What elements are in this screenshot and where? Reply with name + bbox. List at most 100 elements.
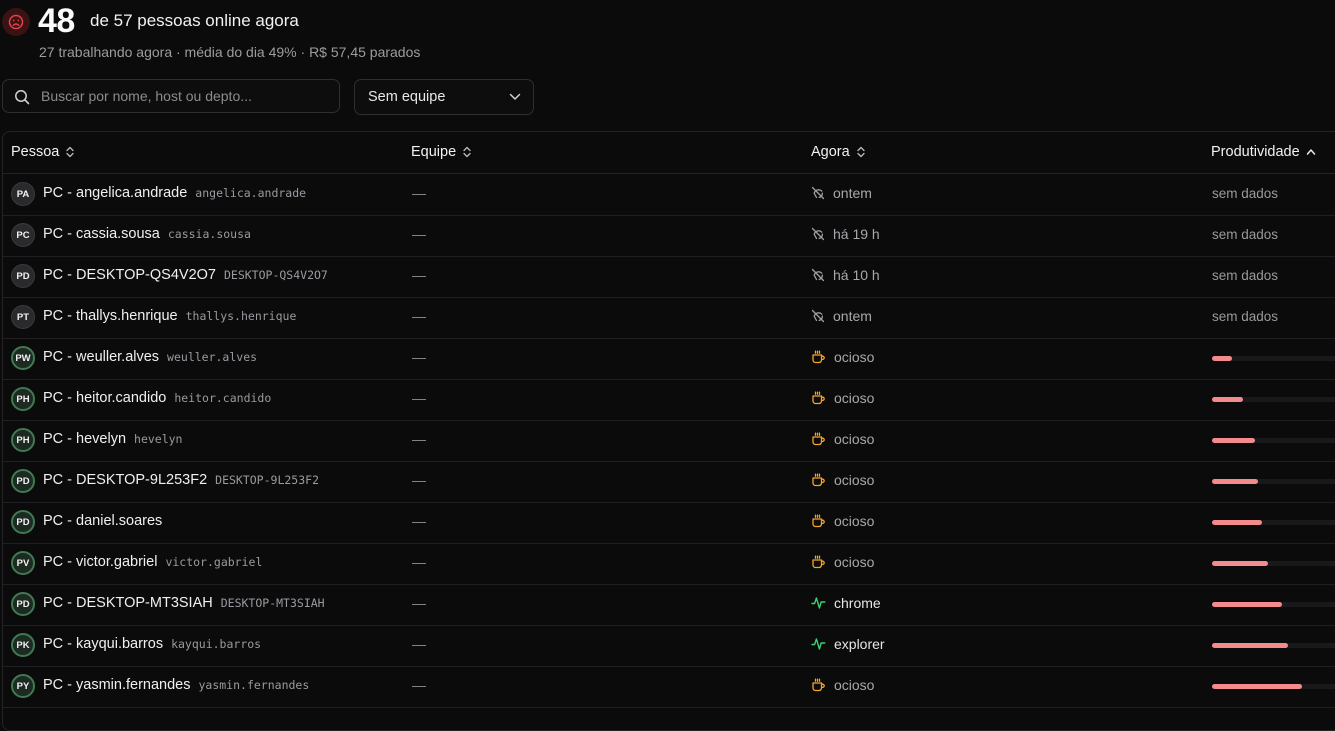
person-name[interactable]: PC - kayqui.barros kayqui.barros bbox=[43, 636, 261, 652]
productivity-bar bbox=[1212, 643, 1335, 648]
productivity-bar bbox=[1212, 438, 1335, 443]
person-name[interactable]: PC - weuller.alves weuller.alves bbox=[43, 349, 257, 365]
table-row[interactable]: PY PC - yasmin.fernandes yasmin.fernandes —… bbox=[3, 666, 1335, 708]
table-row[interactable]: PH PC - hevelyn hevelyn — ocioso bbox=[3, 420, 1335, 462]
offline-icon bbox=[811, 186, 825, 200]
avatar: PY bbox=[11, 674, 35, 698]
person-name-label: PC - DESKTOP-QS4V2O7 bbox=[43, 267, 216, 283]
team-value: — bbox=[412, 431, 426, 447]
sort-ascending-icon bbox=[1306, 149, 1315, 155]
team-filter-value: Sem equipe bbox=[368, 89, 446, 105]
hostname: hevelyn bbox=[134, 432, 183, 446]
column-header-now-label: Agora bbox=[811, 144, 850, 160]
team-value: — bbox=[412, 595, 426, 611]
table-row[interactable]: PW PC - weuller.alves weuller.alves — ocioso bbox=[3, 338, 1335, 380]
current-activity: ocioso bbox=[811, 677, 874, 693]
hostname: DESKTOP-MT3SIAH bbox=[220, 596, 325, 610]
page-header: 48 de 57 pessoas online agora 27 trabalh… bbox=[0, 0, 1335, 70]
productivity-bar bbox=[1212, 397, 1335, 402]
coffee-icon bbox=[811, 555, 826, 569]
current-activity: explorer bbox=[811, 636, 885, 652]
coffee-icon bbox=[811, 473, 826, 487]
column-header-person-label: Pessoa bbox=[11, 144, 60, 160]
person-name[interactable]: PC - DESKTOP-QS4V2O7 DESKTOP-QS4V2O7 bbox=[43, 267, 328, 283]
hostname: cassia.sousa bbox=[167, 227, 251, 241]
person-name[interactable]: PC - DESKTOP-9L253F2 DESKTOP-9L253F2 bbox=[43, 472, 319, 488]
productivity-bar bbox=[1212, 684, 1335, 689]
coffee-icon bbox=[811, 432, 826, 446]
productivity-bar bbox=[1212, 602, 1335, 607]
sad-face-icon bbox=[2, 8, 30, 36]
table-row[interactable]: PC PC - cassia.sousa cassia.sousa — há 19 h s… bbox=[3, 215, 1335, 257]
productivity-no-data: sem dados bbox=[1212, 268, 1279, 283]
current-activity: ontem bbox=[811, 308, 872, 324]
team-value: — bbox=[412, 349, 426, 365]
coffee-icon bbox=[811, 350, 826, 364]
column-header-productivity[interactable]: Produtividade bbox=[1211, 144, 1316, 160]
search-input[interactable] bbox=[41, 80, 331, 112]
avatar: PC bbox=[11, 223, 35, 247]
table-row[interactable]: PD PC - daniel.soares — ocioso bbox=[3, 502, 1335, 544]
table-row[interactable]: PA PC - angelica.andrade angelica.andrade —… bbox=[3, 174, 1335, 216]
table-row[interactable]: PD PC - DESKTOP-MT3SIAH DESKTOP-MT3SIAH — ch… bbox=[3, 584, 1335, 626]
column-header-person[interactable]: Pessoa bbox=[11, 144, 75, 160]
person-name-label: PC - weuller.alves bbox=[43, 349, 160, 365]
online-count: 48 bbox=[38, 2, 75, 40]
person-name[interactable]: PC - DESKTOP-MT3SIAH DESKTOP-MT3SIAH bbox=[43, 595, 325, 611]
person-name[interactable]: PC - victor.gabriel victor.gabriel bbox=[43, 554, 262, 570]
offline-icon bbox=[811, 309, 825, 323]
productivity-bar bbox=[1212, 520, 1335, 525]
activity-label: ontem bbox=[833, 185, 872, 201]
person-name[interactable]: PC - angelica.andrade angelica.andrade bbox=[43, 185, 306, 201]
person-name-label: PC - DESKTOP-9L253F2 bbox=[43, 472, 208, 488]
team-filter-select[interactable]: Sem equipe bbox=[354, 79, 534, 115]
person-name-label: PC - cassia.sousa bbox=[43, 226, 160, 242]
search-box[interactable] bbox=[2, 79, 340, 113]
hostname: heitor.candido bbox=[174, 391, 272, 405]
person-name[interactable]: PC - daniel.soares bbox=[43, 513, 170, 529]
person-name[interactable]: PC - heitor.candido heitor.candido bbox=[43, 390, 271, 406]
hostname: victor.gabriel bbox=[165, 555, 263, 569]
person-name-label: PC - hevelyn bbox=[43, 431, 127, 447]
person-name-label: PC - victor.gabriel bbox=[43, 554, 158, 570]
current-activity: chrome bbox=[811, 595, 881, 611]
person-name[interactable]: PC - thallys.henrique thallys.henrique bbox=[43, 308, 296, 324]
table-row[interactable]: PH PC - heitor.candido heitor.candido — ocio… bbox=[3, 379, 1335, 421]
table-row[interactable]: PK PC - kayqui.barros kayqui.barros — explor… bbox=[3, 625, 1335, 667]
team-value: — bbox=[412, 677, 426, 693]
people-table: Pessoa Equipe Agora Produtividade PA PC -… bbox=[2, 131, 1335, 731]
table-row[interactable]: PV PC - victor.gabriel victor.gabriel — ocio… bbox=[3, 543, 1335, 585]
current-activity: ocioso bbox=[811, 349, 874, 365]
person-name-label: PC - yasmin.fernandes bbox=[43, 677, 191, 693]
avatar: PV bbox=[11, 551, 35, 575]
column-header-now[interactable]: Agora bbox=[811, 144, 866, 160]
activity-label: ontem bbox=[833, 308, 872, 324]
person-name[interactable]: PC - yasmin.fernandes yasmin.fernandes bbox=[43, 677, 309, 693]
activity-icon bbox=[811, 596, 826, 610]
activity-label: ocioso bbox=[834, 431, 875, 447]
person-name-label: PC - angelica.andrade bbox=[43, 185, 188, 201]
hostname: thallys.henrique bbox=[185, 309, 297, 323]
productivity-bar-fill bbox=[1212, 397, 1243, 402]
team-value: — bbox=[412, 390, 426, 406]
team-value: — bbox=[412, 554, 426, 570]
person-name-label: PC - DESKTOP-MT3SIAH bbox=[43, 595, 213, 611]
current-activity: há 10 h bbox=[811, 267, 880, 283]
current-activity: há 19 h bbox=[811, 226, 880, 242]
person-name[interactable]: PC - hevelyn hevelyn bbox=[43, 431, 182, 447]
team-value: — bbox=[412, 513, 426, 529]
person-name[interactable]: PC - cassia.sousa cassia.sousa bbox=[43, 226, 251, 242]
productivity-bar-fill bbox=[1212, 479, 1259, 484]
column-header-team[interactable]: Equipe bbox=[411, 144, 472, 160]
sort-icon bbox=[463, 146, 471, 158]
avatar: PA bbox=[11, 182, 35, 206]
table-row[interactable]: PD PC - DESKTOP-9L253F2 DESKTOP-9L253F2 — oc… bbox=[3, 461, 1335, 503]
productivity-bar bbox=[1212, 356, 1335, 361]
person-name-label: PC - thallys.henrique bbox=[43, 308, 178, 324]
table-row[interactable]: PD PC - DESKTOP-QS4V2O7 DESKTOP-QS4V2O7 — há… bbox=[3, 256, 1335, 298]
table-row[interactable]: PT PC - thallys.henrique thallys.henrique —… bbox=[3, 297, 1335, 339]
sort-icon bbox=[66, 146, 75, 158]
current-activity: ocioso bbox=[811, 431, 874, 447]
activity-icon bbox=[811, 637, 826, 651]
productivity-bar-fill bbox=[1212, 602, 1282, 607]
